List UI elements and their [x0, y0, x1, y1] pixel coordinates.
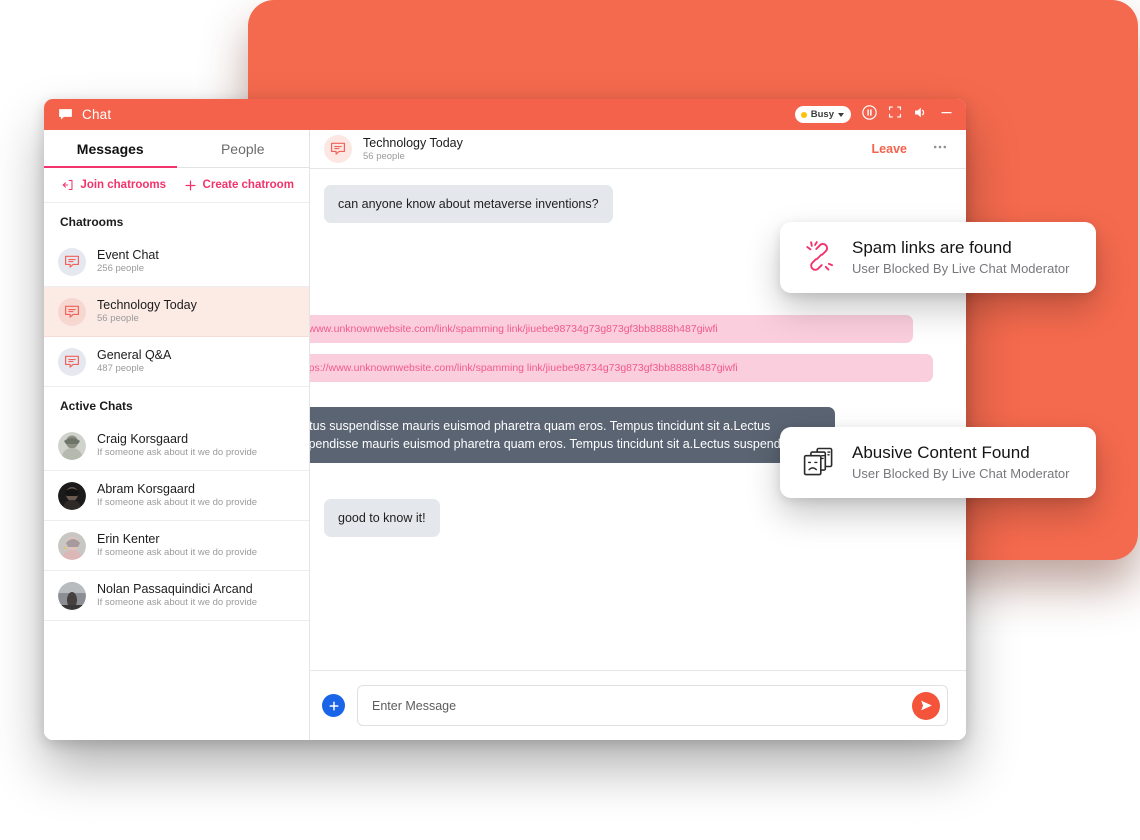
chatroom-members: 487 people: [97, 363, 145, 375]
active-chat-preview: If someone ask about it we do provide: [97, 497, 258, 509]
more-horizontal-icon[interactable]: [932, 139, 948, 160]
message-bubble-incoming: can anyone know about metaverse inventio…: [324, 185, 613, 224]
chatrooms-heading: Chatrooms: [60, 215, 124, 229]
add-attachment-button[interactable]: [322, 694, 345, 717]
chatroom-row-general-qa[interactable]: General Q&A 487 people: [44, 337, 309, 387]
create-chatroom-button[interactable]: Create chatroom: [177, 179, 302, 192]
active-chat-texts: Craig Korsgaard If someone ask about it …: [97, 432, 257, 459]
message-bubble-incoming: good to know it!: [324, 499, 440, 538]
active-chat-preview: If someone ask about it we do provide: [97, 547, 258, 559]
join-chatrooms-label: Join chatrooms: [80, 179, 167, 191]
chat-bubble-icon: [58, 347, 86, 376]
create-chatroom-label: Create chatroom: [202, 179, 294, 191]
chatroom-texts: General Q&A 487 people: [97, 348, 171, 375]
message-bubble-spam-link: https://www.unknownwebsite.com/link/spam…: [310, 354, 933, 382]
broken-link-icon: [800, 238, 838, 276]
notification-subtitle: User Blocked By Live Chat Moderator: [852, 466, 1070, 482]
active-chat-texts: Erin Kenter If someone ask about it we d…: [97, 532, 257, 559]
status-dot-icon: [800, 111, 807, 118]
chatroom-name: Technology Today: [97, 297, 197, 312]
window-titlebar: Chat Busy: [44, 99, 966, 130]
abusive-documents-icon: [800, 443, 838, 481]
plus-icon: [184, 179, 197, 192]
message-bubble-spam-link: https://www.unknownwebsite.com/link/spam…: [310, 315, 913, 343]
chatroom-texts: Technology Today 56 people: [97, 298, 197, 325]
active-chat-preview: If someone ask about it we do provide: [97, 597, 258, 609]
active-chats-heading: Active Chats: [60, 399, 133, 413]
avatar: [58, 431, 86, 460]
chatroom-name: Event Chat: [97, 247, 159, 262]
message-bubble-abusive: Lectus suspendisse mauris euismod pharet…: [310, 407, 835, 464]
avatar: [58, 581, 86, 610]
chatroom-texts: Event Chat 256 people: [97, 248, 159, 275]
window-title: Chat: [82, 107, 112, 122]
active-chat-preview: If someone ask about it we do provide: [97, 447, 258, 459]
notification-texts: Abusive Content Found User Blocked By Li…: [852, 443, 1069, 482]
active-chat-row-nolan[interactable]: Nolan Passaquindici Arcand If someone as…: [44, 571, 309, 621]
chevron-down-icon: [838, 112, 844, 117]
notification-subtitle: User Blocked By Live Chat Moderator: [852, 261, 1070, 277]
join-icon: [62, 179, 74, 191]
notification-title: Spam links are found: [852, 238, 1012, 257]
chat-bubble-icon: [58, 297, 86, 326]
active-chat-name: Nolan Passaquindici Arcand: [97, 581, 253, 596]
active-chat-row-abram[interactable]: Abram Korsgaard If someone ask about it …: [44, 471, 309, 521]
notification-card-spam[interactable]: Spam links are found User Blocked By Liv…: [780, 222, 1096, 293]
active-chat-row-craig[interactable]: Craig Korsgaard If someone ask about it …: [44, 421, 309, 471]
leave-button[interactable]: Leave: [872, 142, 907, 156]
active-chat-texts: Nolan Passaquindici Arcand If someone as…: [97, 582, 257, 609]
message-input-wrapper[interactable]: [357, 685, 948, 726]
titlebar-left: Chat: [58, 107, 795, 122]
avatar: [58, 481, 86, 510]
page-title: Technology Today: [363, 136, 463, 150]
status-badge[interactable]: Busy: [794, 106, 851, 123]
chatroom-list: Event Chat 256 people Technology Today 5…: [44, 237, 309, 387]
notification-card-abusive[interactable]: Abusive Content Found User Blocked By Li…: [780, 427, 1096, 498]
chatroom-name: General Q&A: [97, 347, 172, 362]
sidebar-actions: Join chatrooms Create chatroom: [44, 168, 309, 203]
chat-header-texts: Technology Today 56 people: [363, 136, 861, 162]
chat-bubble-icon: [58, 247, 86, 276]
status-label: Busy: [810, 109, 834, 120]
send-button[interactable]: [912, 691, 940, 720]
tab-messages[interactable]: Messages: [44, 130, 177, 168]
chatroom-row-technology-today[interactable]: Technology Today 56 people: [44, 287, 309, 337]
titlebar-controls: Busy: [794, 104, 954, 125]
active-chats-list: Craig Korsgaard If someone ask about it …: [44, 421, 309, 621]
volume-icon[interactable]: [913, 105, 928, 125]
chat-app-window: Chat Busy Messages People Join chatrooms…: [44, 99, 966, 740]
message-composer: [310, 670, 966, 740]
chatroom-row-event-chat[interactable]: Event Chat 256 people: [44, 237, 309, 287]
fullscreen-icon[interactable]: [888, 105, 902, 124]
sidebar: Messages People Join chatrooms Create ch…: [44, 130, 310, 740]
chat-bubble-icon: [324, 135, 352, 163]
chat-bubble-icon: [58, 107, 73, 122]
chatroom-members: 256 people: [97, 263, 145, 275]
pause-icon[interactable]: [862, 104, 877, 125]
join-chatrooms-button[interactable]: Join chatrooms: [52, 179, 177, 191]
avatar: [58, 531, 86, 560]
chat-member-count: 56 people: [363, 151, 405, 162]
active-chat-name: Abram Korsgaard: [97, 481, 195, 496]
active-chat-name: Erin Kenter: [97, 531, 160, 546]
active-chat-row-erin[interactable]: Erin Kenter If someone ask about it we d…: [44, 521, 309, 571]
notification-title: Abusive Content Found: [852, 443, 1030, 462]
tab-people[interactable]: People: [177, 130, 310, 167]
sidebar-tabs: Messages People: [44, 130, 309, 168]
active-chat-name: Craig Korsgaard: [97, 431, 189, 446]
screenshot-stage: Chat Busy Messages People Join chatrooms…: [0, 0, 1140, 840]
chatroom-members: 56 people: [97, 313, 139, 325]
message-input[interactable]: [372, 698, 897, 713]
minimize-icon[interactable]: [939, 105, 954, 125]
active-chat-texts: Abram Korsgaard If someone ask about it …: [97, 482, 257, 509]
notification-texts: Spam links are found User Blocked By Liv…: [852, 238, 1069, 277]
chat-header: Technology Today 56 people Leave: [310, 130, 966, 169]
